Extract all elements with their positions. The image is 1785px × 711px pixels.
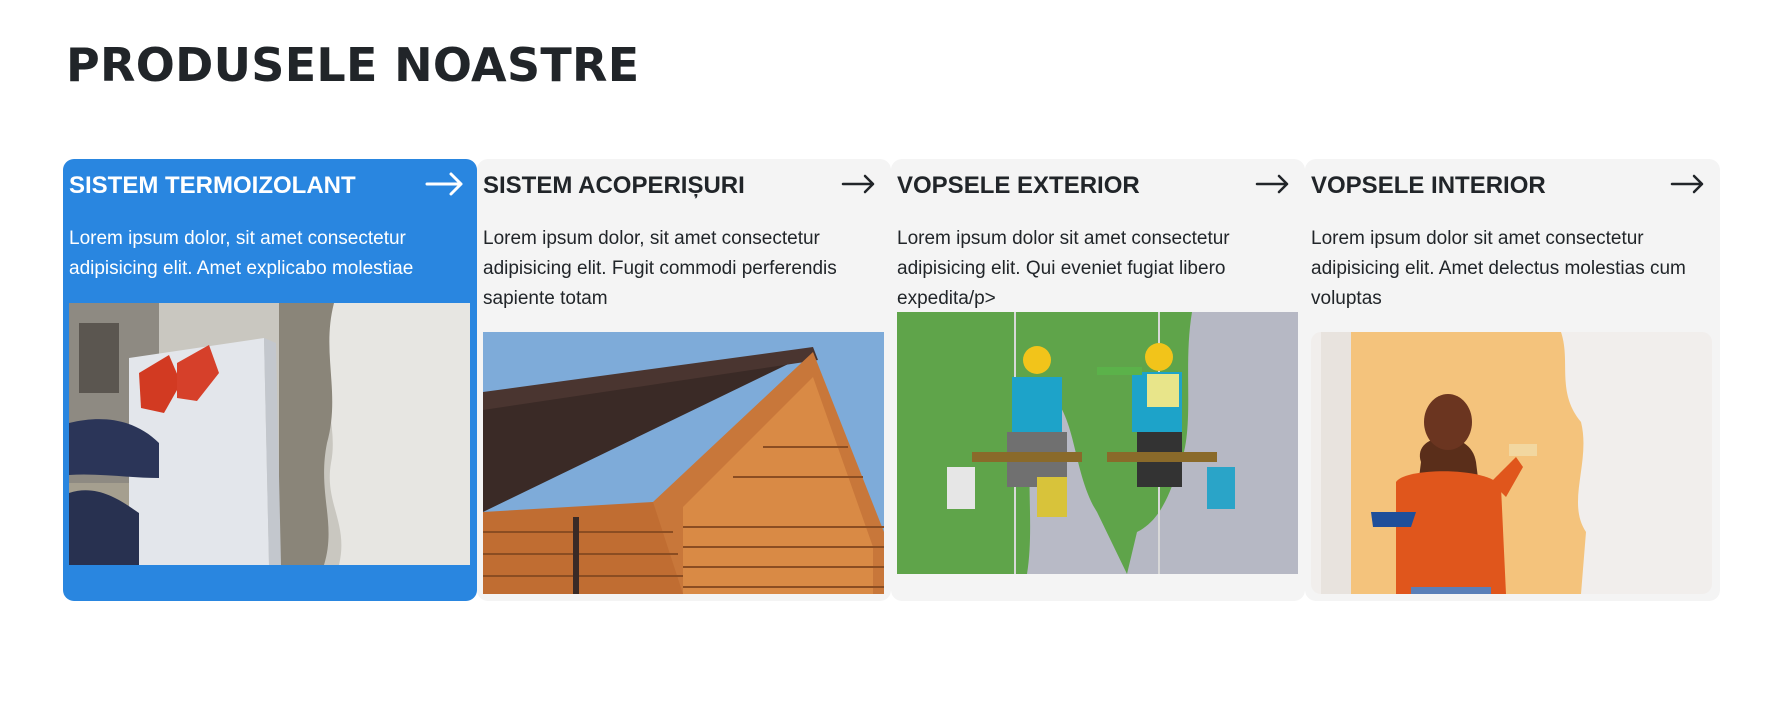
insulation-panel-image <box>69 303 470 565</box>
product-cards: SISTEM TERMOIZOLANT Lorem ipsum dolor, s… <box>63 159 1720 601</box>
card-header: VOPSELE EXTERIOR <box>897 167 1293 201</box>
interior-painting-image <box>1311 332 1712 594</box>
card-header: VOPSELE INTERIOR <box>1311 167 1708 201</box>
card-description: Lorem ipsum dolor sit amet consectetur a… <box>1311 228 1686 309</box>
card-description: Lorem ipsum dolor, sit amet consectetur … <box>69 228 414 279</box>
card-title: VOPSELE EXTERIOR <box>897 172 1140 199</box>
card-description: Lorem ipsum dolor sit amet consectetur a… <box>897 228 1230 309</box>
card-title: SISTEM ACOPERIȘURI <box>483 172 745 199</box>
product-card-acoperisuri[interactable]: SISTEM ACOPERIȘURI Lorem ipsum dolor, si… <box>477 159 891 601</box>
card-title: VOPSELE INTERIOR <box>1311 172 1546 199</box>
product-card-vopsele-exterior[interactable]: VOPSELE EXTERIOR Lorem ipsum dolor sit a… <box>891 159 1305 601</box>
wooden-roof-image <box>483 332 884 594</box>
page-title: PRODUSELE NOASTRE <box>66 38 640 92</box>
card-description: Lorem ipsum dolor, sit amet consectetur … <box>483 228 837 309</box>
card-title: SISTEM TERMOIZOLANT <box>69 172 356 199</box>
arrow-right-icon[interactable] <box>425 169 465 199</box>
card-header: SISTEM TERMOIZOLANT <box>69 167 465 201</box>
arrow-right-icon[interactable] <box>1253 169 1293 199</box>
facade-painters-image <box>897 312 1298 574</box>
product-card-termoizolant[interactable]: SISTEM TERMOIZOLANT Lorem ipsum dolor, s… <box>63 159 477 601</box>
arrow-right-icon[interactable] <box>839 169 879 199</box>
arrow-right-icon[interactable] <box>1668 169 1708 199</box>
card-header: SISTEM ACOPERIȘURI <box>483 167 879 201</box>
product-card-vopsele-interior[interactable]: VOPSELE INTERIOR Lorem ipsum dolor sit a… <box>1305 159 1720 601</box>
